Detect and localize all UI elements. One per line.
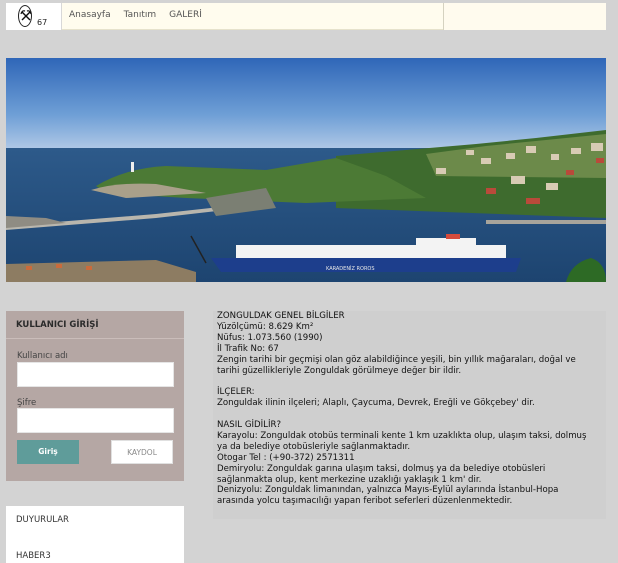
- info-line: Denizyolu: Zonguldak limanından, yalnızc…: [217, 485, 559, 496]
- hero-harbor-image: KARADENİZ ROROS: [6, 58, 606, 282]
- password-input[interactable]: [17, 408, 174, 433]
- info-line: Otogar Tel : (+90-372) 2571311: [217, 452, 355, 463]
- info-heading: ZONGULDAK GENEL BİLGİLER: [217, 311, 345, 321]
- password-label: Şifre: [17, 398, 37, 408]
- login-title: KULLANICI GİRİŞİ: [6, 311, 184, 339]
- info-line: Zengin tarihi bir geçmişi olan göz alabi…: [217, 354, 576, 365]
- pickaxe-icon: [18, 5, 32, 27]
- logo-number: 67: [37, 18, 48, 27]
- info-line: Karayolu: Zonguldak otobüs terminali ken…: [217, 430, 587, 441]
- city-info: ZONGULDAK GENEL BİLGİLER Yüzölçümü: 8.62…: [213, 311, 606, 519]
- directions-heading: NASIL GİDİLİR?: [217, 420, 282, 431]
- login-button[interactable]: Giriş: [17, 440, 79, 464]
- username-label: Kullanıcı adı: [17, 351, 68, 361]
- nav-gallery[interactable]: GALERİ: [169, 10, 202, 20]
- info-line: Yüzölçümü: 8.629 Km²: [217, 321, 314, 332]
- sidebar-item-announcements[interactable]: DUYURULAR: [16, 515, 69, 525]
- districts-heading: İLÇELER:: [217, 387, 255, 398]
- top-bar: 67 Anasayfa Tanıtım GALERİ: [6, 3, 606, 30]
- info-line: Nüfus: 1.073.560 (1990): [217, 332, 323, 343]
- info-line: sağlanmakta olup, kent merkezine uzaklığ…: [217, 474, 482, 485]
- register-button[interactable]: KAYDOL: [111, 440, 173, 464]
- nav-home[interactable]: Anasayfa: [69, 10, 111, 20]
- header-right-panel: [443, 3, 606, 30]
- info-line: Demiryolu: Zonguldak garına ulaşım taksi…: [217, 463, 546, 474]
- login-panel: KULLANICI GİRİŞİ Kullanıcı adı Şifre Gir…: [6, 311, 184, 481]
- info-line: İl Trafik No: 67: [217, 343, 279, 354]
- main-nav: Anasayfa Tanıtım GALERİ: [69, 10, 202, 20]
- info-line: ya da belediye otobüsleriyle sağlanmakta…: [217, 441, 411, 452]
- sidebar-item-news[interactable]: HABER3: [16, 551, 51, 561]
- announcements-panel: DUYURULAR HABER3: [6, 506, 184, 563]
- info-line: arasında yolcu taşımacılığı yapan feribo…: [217, 496, 513, 507]
- site-logo[interactable]: 67: [6, 3, 62, 30]
- username-input[interactable]: [17, 362, 174, 387]
- ship-name: KARADENİZ ROROS: [326, 265, 375, 272]
- info-line: Zonguldak ilinin ilçeleri; Alaplı, Çaycu…: [217, 398, 535, 409]
- nav-about[interactable]: Tanıtım: [124, 10, 157, 20]
- info-line: tarihi güzellikleriyle Zonguldak görülme…: [217, 365, 462, 376]
